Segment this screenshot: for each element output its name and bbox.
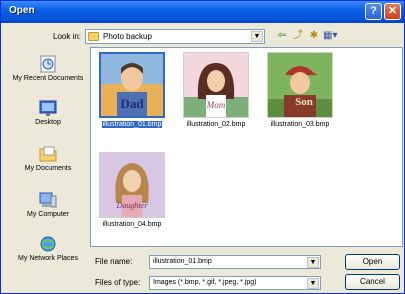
file-name-field[interactable]: illustration_01.bmp ▼: [149, 255, 321, 269]
network-places-icon: [38, 235, 58, 253]
thumbnail-son: Son: [267, 52, 333, 118]
file-type-value: Images (*.bmp, *.gif, *.jpeg, *.jpg): [153, 279, 257, 286]
window-title: Open: [9, 5, 35, 16]
file-name: illustration_02.bmp: [186, 121, 246, 128]
back-icon[interactable]: ⇦: [275, 29, 289, 43]
file-name-label: File name:: [95, 257, 133, 266]
place-my-computer[interactable]: My Computer: [5, 191, 91, 219]
chevron-down-icon[interactable]: ▼: [307, 257, 319, 268]
folder-icon: [88, 32, 99, 41]
thumbnail-daughter: Daughter: [99, 152, 165, 218]
cancel-button[interactable]: Cancel: [345, 274, 400, 290]
open-button[interactable]: Open: [345, 254, 400, 270]
file-item[interactable]: Son illustration_03.bmp: [261, 52, 339, 128]
file-type-dropdown[interactable]: Images (*.bmp, *.gif, *.jpeg, *.jpg) ▼: [149, 276, 321, 290]
chevron-down-icon[interactable]: ▼: [307, 278, 319, 289]
file-item[interactable]: Dad illustration_01.bmp: [93, 52, 171, 128]
file-list[interactable]: Dad illustration_01.bmp Mom illustration…: [90, 47, 403, 247]
desktop-icon: [38, 99, 58, 117]
up-folder-icon[interactable]: ⤴: [291, 29, 305, 43]
file-name-value: illustration_01.bmp: [153, 258, 212, 265]
place-recent-documents[interactable]: My Recent Documents: [5, 55, 91, 83]
my-computer-icon: [38, 191, 58, 209]
file-name: illustration_04.bmp: [102, 221, 162, 228]
cancel-button-label: Cancel: [360, 277, 385, 286]
place-label: My Computer: [26, 211, 69, 218]
file-item[interactable]: Daughter illustration_04.bmp: [93, 152, 171, 228]
place-desktop[interactable]: Desktop: [5, 99, 91, 127]
my-documents-icon: [38, 145, 58, 163]
thumbnail-caption: Mom: [206, 100, 226, 110]
open-dialog: Open ? ✕ Look in: Photo backup ▼ ⇦ ⤴ ✱ ▦…: [0, 0, 405, 294]
close-button[interactable]: ✕: [384, 3, 401, 20]
place-label: Desktop: [35, 119, 61, 126]
place-my-documents[interactable]: My Documents: [5, 145, 91, 173]
open-button-label: Open: [362, 257, 383, 266]
place-network-places[interactable]: My Network Places: [5, 235, 91, 263]
place-label: My Network Places: [18, 255, 78, 262]
places-bar: My Recent Documents Desktop My Documents…: [5, 49, 91, 293]
recent-documents-icon: [38, 55, 58, 73]
place-label: My Recent Documents: [12, 75, 84, 82]
help-button[interactable]: ?: [365, 3, 382, 20]
file-item[interactable]: Mom illustration_02.bmp: [177, 52, 255, 128]
thumbnail-dad: Dad: [99, 52, 165, 118]
look-in-value: Photo backup: [103, 32, 152, 41]
view-menu-icon[interactable]: ▦▾: [323, 29, 337, 43]
thumbnail-caption: Daughter: [116, 201, 149, 210]
thumbnail-mom: Mom: [183, 52, 249, 118]
look-in-dropdown[interactable]: Photo backup ▼: [85, 29, 265, 44]
thumbnail-caption: Dad: [120, 96, 144, 111]
new-folder-icon[interactable]: ✱: [307, 29, 321, 43]
look-in-label: Look in:: [53, 32, 82, 41]
title-bar[interactable]: Open ? ✕: [1, 1, 404, 23]
place-label: My Documents: [24, 165, 72, 172]
thumbnail-caption: Son: [295, 96, 313, 108]
file-name: illustration_03.bmp: [270, 121, 330, 128]
chevron-down-icon[interactable]: ▼: [251, 31, 263, 42]
file-type-label: Files of type:: [95, 278, 141, 287]
file-name: illustration_01.bmp: [101, 121, 163, 128]
